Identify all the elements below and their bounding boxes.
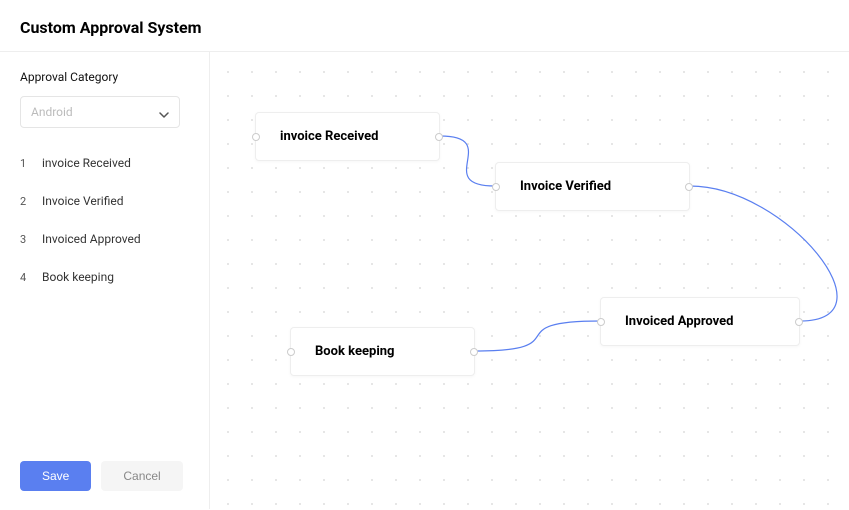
canvas[interactable]: invoice Received Invoice Verified Invoiced… (210, 52, 849, 509)
node-handle-left[interactable] (597, 318, 605, 326)
sidebar: Approval Category Android 1 invoice Recei… (0, 52, 210, 509)
node-handle-left[interactable] (252, 133, 260, 141)
step-label: Invoice Verified (42, 194, 124, 208)
node-handle-right[interactable] (685, 183, 693, 191)
step-number: 1 (20, 157, 30, 170)
step-label: invoice Received (42, 156, 131, 170)
step-number: 3 (20, 233, 30, 246)
step-label: Book keeping (42, 270, 114, 284)
flow-node[interactable]: Invoice Verified (495, 162, 690, 211)
node-handle-right[interactable] (435, 133, 443, 141)
category-label: Approval Category (20, 70, 189, 84)
header: Custom Approval System (0, 0, 849, 52)
button-row: Save Cancel (20, 461, 183, 491)
flow-node[interactable]: invoice Received (255, 112, 440, 161)
step-item[interactable]: 1 invoice Received (20, 144, 189, 182)
cancel-button[interactable]: Cancel (101, 461, 182, 491)
node-handle-left[interactable] (287, 348, 295, 356)
select-value: Android (31, 105, 73, 119)
step-number: 2 (20, 195, 30, 208)
main: Approval Category Android 1 invoice Recei… (0, 52, 849, 509)
flow-edge (440, 136, 495, 186)
chevron-down-icon (159, 103, 169, 122)
node-handle-left[interactable] (492, 183, 500, 191)
page-title: Custom Approval System (20, 18, 829, 37)
flow-node[interactable]: Invoiced Approved (600, 297, 800, 346)
category-select[interactable]: Android (20, 96, 180, 128)
save-button[interactable]: Save (20, 461, 91, 491)
step-list: 1 invoice Received 2 Invoice Verified 3 Invoi… (20, 144, 189, 296)
step-item[interactable]: 2 Invoice Verified (20, 182, 189, 220)
step-item[interactable]: 4 Book keeping (20, 258, 189, 296)
node-handle-right[interactable] (470, 348, 478, 356)
step-number: 4 (20, 271, 30, 284)
step-label: Invoiced Approved (42, 232, 141, 246)
node-handle-right[interactable] (795, 318, 803, 326)
flow-edge (475, 321, 600, 351)
step-item[interactable]: 3 Invoiced Approved (20, 220, 189, 258)
flow-node[interactable]: Book keeping (290, 327, 475, 376)
